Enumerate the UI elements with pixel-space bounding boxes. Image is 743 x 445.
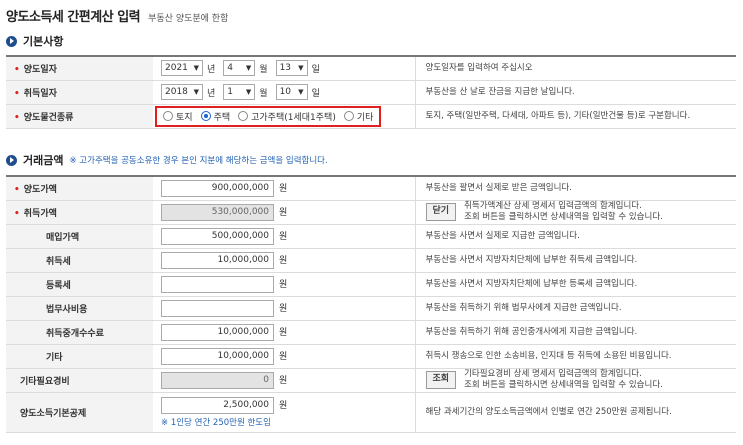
table-row: • 취득가액 530,000,000 원 닫기 취득가액계산 상세 명세서 입력금액… [6,200,736,225]
other-expenses-desc-2: 조회 버튼을 클릭하시면 상세내역을 입력할 수 있습니다. [464,380,663,390]
property-type-desc: 토지, 주택(일반주택, 다세대, 아파트 등), 기타(일반건물 등)로 구분… [415,104,736,129]
basic-info-table: • 양도일자 2021 ▼ 년 4 ▼ 월 13 ▼ 일 양도일자를 입력하여 주십시오… [6,55,736,129]
radio-other[interactable]: 기타 [343,110,373,123]
bullet-arrow-icon [6,35,17,47]
section-amount-title: 거래금액 [23,154,64,167]
table-row: 양도소득기본공제 2,500,000 원 ※ 1인당 연간 250만원 한도임 해… [6,392,736,433]
transfer-year-select[interactable]: 2021 ▼ [161,60,203,77]
table-row: 등록세 원 부동산을 사면서 지방자치단체에 납부한 등록세 금액입니다. [6,272,736,297]
radio-land[interactable]: 토지 [163,110,193,123]
transfer-month-select[interactable]: 4 ▼ [223,60,256,77]
acquisition-date-desc: 부동산을 산 날로 잔금을 지급한 날입니다. [415,80,736,105]
property-type-label: 양도물건종류 [23,112,74,123]
purchase-price-label: 매입가액 [6,224,153,249]
lookup-button[interactable]: 조회 [425,371,457,389]
table-row: 매입가액 500,000,000 원 부동산을 사면서 실제로 지급한 금액입니다… [6,224,736,249]
basic-deduction-hint: ※ 1인당 연간 250만원 한도임 [161,417,271,428]
table-row: 취득세 10,000,000 원 부동산을 사면서 지방자치단체에 납부한 취득세… [6,248,736,273]
table-row: • 양도일자 2021 ▼ 년 4 ▼ 월 13 ▼ 일 양도일자를 입력하여 주십시오 [6,56,736,81]
close-detail-button[interactable]: 닫기 [425,203,457,221]
chevron-down-icon: ▼ [193,88,199,96]
table-row: 기타 10,000,000 원 취득시 쟁송으로 인한 소송비용, 인지대 등 취… [6,344,736,369]
acquisition-price-desc-1: 취득가액계산 상세 명세서 입력금액의 합계입니다. [464,201,642,212]
amount-table: • 양도가액 900,000,000 원 부동산을 팔면서 실제로 받은 금액입니다… [6,175,736,433]
radio-circle-icon [238,111,249,121]
transfer-price-desc: 부동산을 팔면서 실제로 받은 금액입니다. [415,176,736,201]
basic-deduction-label: 양도소득기본공제 [6,392,153,433]
page-title-sub: 부동산 양도분에 한함 [148,14,229,24]
basic-deduction-input[interactable]: 2,500,000 [161,396,274,414]
bullet-arrow-icon [6,154,17,166]
table-row: • 양도가액 900,000,000 원 부동산을 팔면서 실제로 받은 금액입니다… [6,176,736,201]
radio-luxury-house[interactable]: 고가주택(1세대1주택) [238,110,336,123]
acquisition-day-select[interactable]: 10 ▼ [275,84,308,100]
other-expenses-label: 기타필요경비 [6,368,153,393]
chevron-down-icon: ▼ [245,88,252,96]
other-expenses-desc-1: 기타필요경비 상세 명세서 입력금액의 합계입니다. [464,369,642,380]
section-basic-title: 기본사항 [23,35,64,48]
acquisition-month-select[interactable]: 1 ▼ [223,84,256,100]
legal-fee-input[interactable] [161,299,274,317]
acquisition-price-label: 취득가액 [23,208,57,219]
acquisition-tax-desc: 부동산을 사면서 지방자치단체에 납부한 취득세 금액입니다. [415,248,736,273]
chevron-down-icon: ▼ [298,88,304,96]
table-row: 법무사비용 원 부동산을 취득하기 위해 법무사에게 지급한 금액입니다. [6,296,736,321]
required-mark: • [14,208,20,219]
radio-circle-icon [343,111,354,121]
table-row: • 취득일자 2018 ▼ 년 1 ▼ 월 10 ▼ 일 부동산을 산 날로 잔금을 지… [6,80,736,105]
page-title: 양도소득세 간편계산 입력 부동산 양도분에 한함 [6,6,228,25]
required-mark: • [14,112,20,123]
required-mark: • [14,88,20,99]
acquisition-year-select[interactable]: 2018 ▼ [161,84,203,100]
transfer-price-input[interactable]: 900,000,000 [161,179,274,197]
brokerage-fee-desc: 부동산을 취득하기 위해 공인중개사에게 지급한 금액입니다. [415,320,736,345]
registration-tax-desc: 부동산을 사면서 지방자치단체에 납부한 등록세 금액입니다. [415,272,736,297]
section-amount-header: 거래금액 ※ 고가주택을 공동소유한 경우 본인 지분에 해당하는 금액을 입력… [6,152,328,168]
purchase-price-input[interactable]: 500,000,000 [161,227,274,245]
acquisition-date-label: 취득일자 [23,88,57,99]
registration-tax-label: 등록세 [6,272,153,297]
radio-selected-icon [200,111,211,121]
chevron-down-icon: ▼ [298,64,304,73]
property-type-radio-group: 토지 주택 고가주택(1세대1주택) 기타 [155,105,382,127]
acquisition-tax-input[interactable]: 10,000,000 [161,251,274,269]
table-row: 취득중개수수료 10,000,000 원 부동산을 취득하기 위해 공인중개사에게… [6,320,736,345]
required-mark: • [14,64,20,75]
radio-house[interactable]: 주택 [200,110,230,123]
acquisition-price-input: 530,000,000 [161,203,274,221]
legal-fee-label: 법무사비용 [6,296,153,321]
acquisition-price-desc-2: 조회 버튼을 클릭하시면 상세내역을 입력할 수 있습니다. [464,212,663,222]
brokerage-fee-input[interactable]: 10,000,000 [161,323,274,341]
required-mark: • [14,184,20,195]
purchase-price-desc: 부동산을 사면서 실제로 지급한 금액입니다. [415,224,736,249]
chevron-down-icon: ▼ [193,64,199,73]
chevron-down-icon: ▼ [245,64,252,73]
basic-deduction-desc: 해당 과세기간의 양도소득금액에서 인별로 연간 250만원 공제됩니다. [415,392,736,433]
section-amount-note: ※ 고가주택을 공동소유한 경우 본인 지분에 해당하는 금액을 입력합니다. [69,156,328,166]
transfer-date-desc: 양도일자를 입력하여 주십시오 [415,56,736,81]
other-expenses-input: 0 [161,371,274,389]
transfer-day-select[interactable]: 13 ▼ [275,60,308,77]
other-desc: 취득시 쟁송으로 인한 소송비용, 인지대 등 취득에 소용된 비용입니다. [415,344,736,369]
other-input[interactable]: 10,000,000 [161,347,274,365]
acquisition-tax-label: 취득세 [6,248,153,273]
registration-tax-input[interactable] [161,275,274,293]
transfer-price-label: 양도가액 [23,184,57,195]
table-row: • 양도물건종류 토지 주택 고가주택(1세대1주택) 기타 토지, 주택(일반주… [6,104,736,129]
page-title-main: 양도소득세 간편계산 입력 [6,10,141,25]
other-label: 기타 [6,344,153,369]
brokerage-fee-label: 취득중개수수료 [6,320,153,345]
legal-fee-desc: 부동산을 취득하기 위해 법무사에게 지급한 금액입니다. [415,296,736,321]
transfer-date-label: 양도일자 [23,64,57,75]
radio-circle-icon [163,111,173,121]
table-row: 기타필요경비 0원 조회 기타필요경비 상세 명세서 입력금액의 합계입니다. … [6,368,736,393]
section-basic-header: 기본사항 [6,33,63,49]
